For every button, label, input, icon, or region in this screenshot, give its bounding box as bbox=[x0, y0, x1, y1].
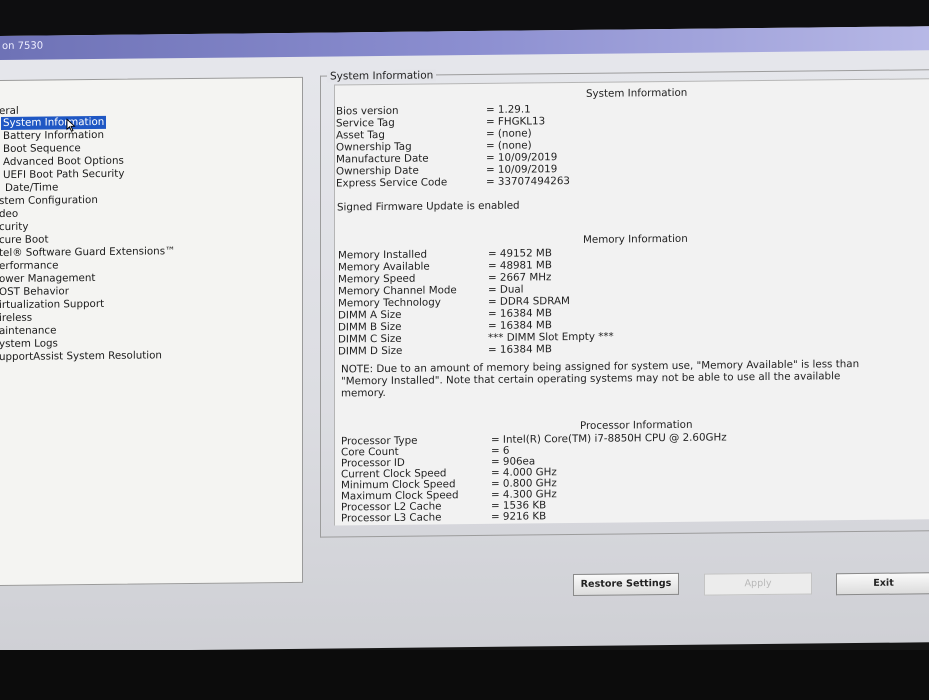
bios-screen: on 7530 eral System Information Battery … bbox=[0, 26, 929, 652]
apply-button[interactable]: Apply bbox=[704, 572, 812, 596]
tree-item-maintenance[interactable]: aintenance bbox=[0, 324, 58, 338]
tree-item-wireless[interactable]: ireless bbox=[0, 312, 34, 325]
tree-item-post-behavior[interactable]: OST Behavior bbox=[0, 285, 71, 299]
system-information-heading: System Information bbox=[586, 86, 688, 100]
memory-information-heading: Memory Information bbox=[583, 232, 688, 246]
tree-item-system-information[interactable]: System Information bbox=[1, 115, 107, 130]
window-title: on 7530 bbox=[2, 40, 44, 52]
restore-settings-button[interactable]: Restore Settings bbox=[573, 572, 679, 596]
mouse-pointer-icon bbox=[66, 118, 76, 132]
tree-item-software-guard-extensions[interactable]: tel® Software Guard Extensions™ bbox=[0, 245, 177, 260]
tree-item-system-configuration[interactable]: stem Configuration bbox=[0, 194, 100, 208]
tree-item-security[interactable]: curity bbox=[0, 221, 30, 234]
tree-item-secure-boot[interactable]: cure Boot bbox=[0, 233, 51, 247]
firmware-update-status: Signed Firmware Update is enabled bbox=[337, 199, 520, 214]
tree-item-video[interactable]: deo bbox=[0, 208, 20, 221]
group-title: System Information bbox=[327, 69, 437, 83]
tree-item-date-time[interactable]: Date/Time bbox=[3, 181, 60, 195]
exit-button[interactable]: Exit bbox=[836, 572, 929, 596]
tree-item-boot-sequence[interactable]: Boot Sequence bbox=[1, 142, 83, 156]
monitor-bezel-bottom bbox=[0, 650, 929, 700]
tree-item-advanced-boot-options[interactable]: Advanced Boot Options bbox=[1, 155, 126, 169]
settings-tree[interactable]: eral System Information Battery Informat… bbox=[0, 76, 303, 587]
processor-information-heading: Processor Information bbox=[580, 418, 693, 432]
tree-item-performance[interactable]: erformance bbox=[0, 259, 60, 273]
tree-item-supportassist[interactable]: upportAssist System Resolution bbox=[0, 349, 164, 364]
memory-note: NOTE: Due to an amount of memory being a… bbox=[341, 358, 860, 400]
tree-item-power-management[interactable]: ower Management bbox=[0, 272, 97, 286]
tree-item-battery-information[interactable]: Battery Information bbox=[1, 129, 106, 143]
tree-item-virtualization-support[interactable]: irtualization Support bbox=[0, 298, 106, 312]
tree-item-uefi-boot-path-security[interactable]: UEFI Boot Path Security bbox=[1, 168, 126, 182]
tree-item-system-logs[interactable]: ystem Logs bbox=[0, 337, 60, 351]
